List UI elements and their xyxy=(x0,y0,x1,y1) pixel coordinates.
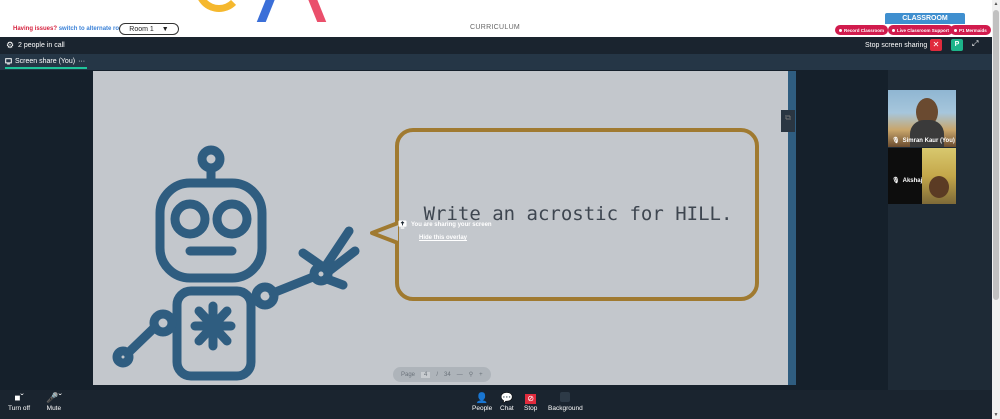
pager-page-input[interactable]: 4 xyxy=(421,371,431,378)
tab-screen-share[interactable]: Screen share (You) ··· xyxy=(5,56,88,69)
background-icon xyxy=(548,392,583,405)
sharing-overlay-message: You are sharing your screen xyxy=(411,221,492,228)
live-support-button[interactable]: Live Classroom Support xyxy=(888,25,954,35)
turn-off-camera-button[interactable]: ■ˇ Turn off xyxy=(8,392,30,412)
stop-share-icon: ⊘ xyxy=(524,392,537,405)
slide-pager: Page 4 / 34 — ⚲ + xyxy=(393,367,491,382)
live-support-label: Live Classroom Support xyxy=(897,27,950,33)
stop-share-button[interactable]: ⊘ Stop xyxy=(524,392,537,412)
chat-icon: 💬 xyxy=(500,393,514,404)
screen-share-icon xyxy=(398,220,407,229)
scroll-down-icon[interactable]: ▼ xyxy=(993,412,999,418)
mute-button[interactable]: 🎤ˇ Mute xyxy=(46,392,62,412)
fullscreen-icon[interactable]: ⤢ xyxy=(972,39,978,49)
scroll-up-icon[interactable]: ▲ xyxy=(993,1,999,7)
participant-name-label: Akshaj xyxy=(902,177,923,184)
logo-stroke-pink xyxy=(306,0,327,22)
participant-name-self: 🎙 Simran Kaur (You) xyxy=(892,137,955,145)
mute-label: Mute xyxy=(46,405,62,412)
more-options-icon[interactable]: ··· xyxy=(78,58,85,65)
people-label: People xyxy=(472,405,493,412)
stop-label: Stop xyxy=(524,405,538,412)
participant-p-button[interactable]: P xyxy=(951,39,963,51)
hide-overlay-link[interactable]: Hide this overlay xyxy=(419,235,492,241)
camera-icon: ■ˇ xyxy=(14,393,24,404)
gear-icon[interactable]: ⚙ xyxy=(6,40,14,51)
record-classroom-button[interactable]: Record Classroom xyxy=(835,25,889,35)
pager-separator: / xyxy=(436,371,439,378)
stop-sharing-label: Stop screen sharing xyxy=(865,42,928,49)
screen-share-icon xyxy=(5,58,12,65)
issues-text: Having issues? xyxy=(13,26,58,32)
shared-screen-stage: Write an acrostic for HILL. Page 4 / 34 … xyxy=(0,70,888,390)
background-button[interactable]: Background xyxy=(548,392,583,412)
people-count: 2 people in call xyxy=(18,42,65,49)
participant-tile-self[interactable]: 🎙 Simran Kaur (You) xyxy=(888,90,956,147)
chat-label: Chat xyxy=(500,405,514,412)
record-classroom-label: Record Classroom xyxy=(844,27,885,33)
microphone-icon: 🎤ˇ xyxy=(46,393,62,404)
turn-off-label: Turn off xyxy=(8,405,31,412)
participant-video xyxy=(922,148,956,204)
room-select-value: Room 1 xyxy=(129,25,154,33)
participant-name-akshaj: 🎙 Akshaj xyxy=(892,177,923,185)
class-icon xyxy=(954,28,957,32)
pager-total: 34 xyxy=(444,371,451,378)
people-icon: 👤 xyxy=(475,393,489,404)
background-label: Background xyxy=(548,405,583,412)
room-select[interactable]: Room 1 ▼ xyxy=(119,23,179,35)
app-header: Having issues? switch to alternate room … xyxy=(0,0,1000,37)
class-name-label: P1 Mermaids xyxy=(959,27,987,33)
record-icon xyxy=(839,28,842,32)
scrollbar-thumb[interactable] xyxy=(993,10,999,300)
participant-tile-akshaj[interactable]: 🎙 Akshaj xyxy=(888,148,956,204)
alternate-room-link[interactable]: switch to alternate room xyxy=(59,26,128,32)
page-scrollbar[interactable]: ▲ ▼ xyxy=(992,0,1000,419)
share-tab-row: Screen share (You) ··· xyxy=(0,54,992,70)
logo-arc-shape xyxy=(195,0,243,12)
logo-stroke-blue xyxy=(256,0,277,22)
participant-name-label: Simran Kaur (You) xyxy=(902,137,955,144)
chevron-down-icon: ▼ xyxy=(161,25,169,33)
people-button[interactable]: 👤 People xyxy=(472,392,492,412)
popout-icon[interactable]: ⧉ xyxy=(781,110,795,132)
chat-button[interactable]: 💬 Chat xyxy=(500,392,514,412)
call-header: ⚙ 2 people in call Stop screen sharing ✕… xyxy=(0,37,992,54)
video-call-panel: ⚙ 2 people in call Stop screen sharing ✕… xyxy=(0,37,992,419)
microphone-icon: 🎙 xyxy=(892,178,900,184)
zoom-in-icon[interactable]: + xyxy=(479,372,483,378)
microphone-icon: 🎙 xyxy=(892,138,900,144)
call-controls: ■ˇ Turn off 🎤ˇ Mute 👤 People 💬 Chat ⊘ St… xyxy=(0,390,992,419)
zoom-search-icon[interactable]: ⚲ xyxy=(469,371,473,378)
tab-curriculum[interactable]: CURRICULUM xyxy=(470,24,520,31)
class-name-button[interactable]: P1 Mermaids xyxy=(950,25,991,35)
pager-page-label: Page xyxy=(401,371,416,378)
tab-classroom[interactable]: CLASSROOM xyxy=(885,13,965,24)
issues-notice: Having issues? switch to alternate room xyxy=(13,26,128,32)
participant-face xyxy=(929,176,949,198)
stop-sharing-button[interactable]: ✕ xyxy=(930,39,942,51)
sharing-overlay: You are sharing your screen Hide this ov… xyxy=(398,220,492,241)
support-icon xyxy=(892,28,895,32)
screen-share-tab-label: Screen share (You) xyxy=(15,58,76,65)
zoom-out-icon[interactable]: — xyxy=(457,372,463,378)
